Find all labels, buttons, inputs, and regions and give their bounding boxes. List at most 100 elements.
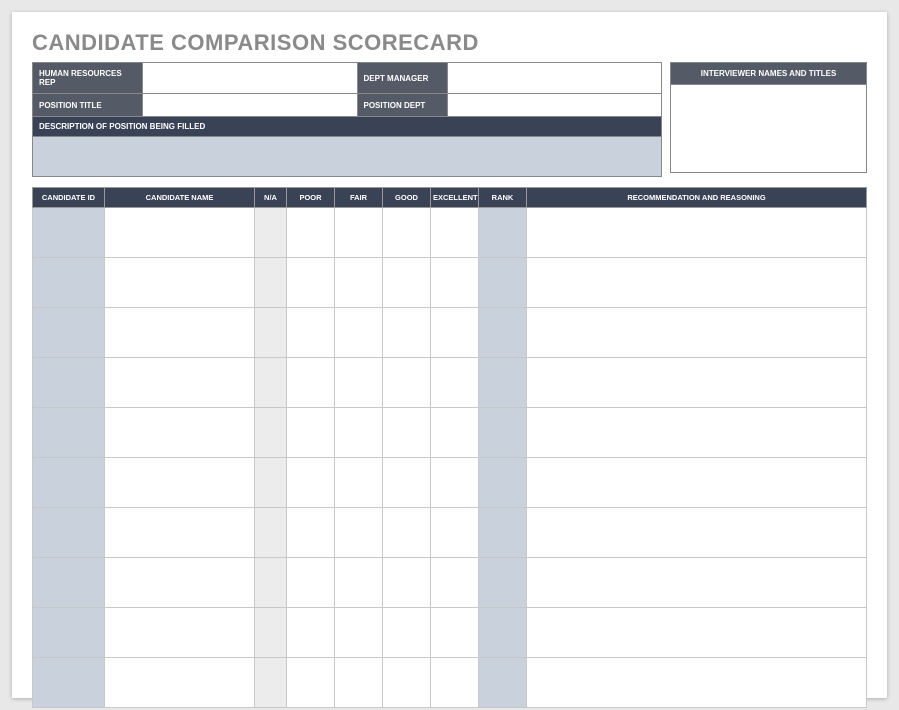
cell-good[interactable] [383,458,431,508]
scorecard-table: CANDIDATE ID CANDIDATE NAME N/A POOR FAI… [32,187,867,708]
dept-manager-field[interactable] [448,63,662,93]
cell-fair[interactable] [335,258,383,308]
cell-fair[interactable] [335,458,383,508]
cell-rank[interactable] [479,458,527,508]
cell-candidate-id[interactable] [33,558,105,608]
cell-excellent[interactable] [431,308,479,358]
cell-candidate-name[interactable] [105,258,255,308]
cell-na[interactable] [255,458,287,508]
cell-candidate-name[interactable] [105,608,255,658]
cell-excellent[interactable] [431,458,479,508]
cell-poor[interactable] [287,408,335,458]
cell-candidate-id[interactable] [33,608,105,658]
cell-recommendation[interactable] [527,258,867,308]
cell-fair[interactable] [335,208,383,258]
cell-candidate-name[interactable] [105,358,255,408]
description-field[interactable] [32,137,662,177]
cell-good[interactable] [383,508,431,558]
position-title-label: POSITION TITLE [33,94,143,116]
cell-good[interactable] [383,358,431,408]
cell-candidate-name[interactable] [105,558,255,608]
cell-excellent[interactable] [431,208,479,258]
cell-poor[interactable] [287,308,335,358]
cell-candidate-name[interactable] [105,408,255,458]
cell-candidate-id[interactable] [33,258,105,308]
cell-excellent[interactable] [431,508,479,558]
cell-recommendation[interactable] [527,458,867,508]
cell-poor[interactable] [287,258,335,308]
cell-poor[interactable] [287,658,335,708]
cell-na[interactable] [255,258,287,308]
cell-na[interactable] [255,308,287,358]
cell-fair[interactable] [335,408,383,458]
cell-poor[interactable] [287,508,335,558]
cell-recommendation[interactable] [527,508,867,558]
cell-recommendation[interactable] [527,608,867,658]
cell-excellent[interactable] [431,408,479,458]
cell-poor[interactable] [287,558,335,608]
cell-candidate-id[interactable] [33,358,105,408]
cell-excellent[interactable] [431,658,479,708]
interviewer-field[interactable] [670,85,867,173]
cell-na[interactable] [255,608,287,658]
cell-good[interactable] [383,208,431,258]
cell-good[interactable] [383,408,431,458]
header-left: HUMAN RESOURCES REP DEPT MANAGER POSITIO… [32,62,662,177]
cell-poor[interactable] [287,608,335,658]
hr-rep-field[interactable] [143,63,358,93]
cell-na[interactable] [255,358,287,408]
cell-rank[interactable] [479,558,527,608]
cell-fair[interactable] [335,308,383,358]
cell-good[interactable] [383,258,431,308]
cell-excellent[interactable] [431,258,479,308]
cell-recommendation[interactable] [527,358,867,408]
cell-good[interactable] [383,558,431,608]
cell-good[interactable] [383,658,431,708]
cell-rank[interactable] [479,258,527,308]
cell-rank[interactable] [479,408,527,458]
cell-fair[interactable] [335,558,383,608]
cell-candidate-name[interactable] [105,508,255,558]
cell-candidate-id[interactable] [33,508,105,558]
cell-na[interactable] [255,408,287,458]
cell-recommendation[interactable] [527,558,867,608]
cell-rank[interactable] [479,208,527,258]
cell-fair[interactable] [335,658,383,708]
cell-na[interactable] [255,508,287,558]
cell-good[interactable] [383,608,431,658]
cell-poor[interactable] [287,358,335,408]
cell-recommendation[interactable] [527,308,867,358]
cell-candidate-name[interactable] [105,458,255,508]
cell-rank[interactable] [479,658,527,708]
cell-candidate-id[interactable] [33,458,105,508]
cell-excellent[interactable] [431,358,479,408]
cell-good[interactable] [383,308,431,358]
cell-na[interactable] [255,208,287,258]
cell-poor[interactable] [287,208,335,258]
cell-excellent[interactable] [431,608,479,658]
cell-poor[interactable] [287,458,335,508]
cell-candidate-name[interactable] [105,208,255,258]
table-header-row: CANDIDATE ID CANDIDATE NAME N/A POOR FAI… [33,188,867,208]
cell-rank[interactable] [479,358,527,408]
cell-rank[interactable] [479,608,527,658]
cell-na[interactable] [255,658,287,708]
cell-fair[interactable] [335,358,383,408]
cell-candidate-id[interactable] [33,308,105,358]
cell-candidate-id[interactable] [33,408,105,458]
cell-recommendation[interactable] [527,208,867,258]
cell-candidate-name[interactable] [105,658,255,708]
cell-fair[interactable] [335,508,383,558]
cell-na[interactable] [255,558,287,608]
cell-candidate-id[interactable] [33,658,105,708]
cell-recommendation[interactable] [527,658,867,708]
position-title-field[interactable] [143,94,358,116]
position-dept-field[interactable] [448,94,662,116]
cell-rank[interactable] [479,308,527,358]
cell-candidate-id[interactable] [33,208,105,258]
cell-rank[interactable] [479,508,527,558]
cell-fair[interactable] [335,608,383,658]
cell-recommendation[interactable] [527,408,867,458]
cell-candidate-name[interactable] [105,308,255,358]
cell-excellent[interactable] [431,558,479,608]
